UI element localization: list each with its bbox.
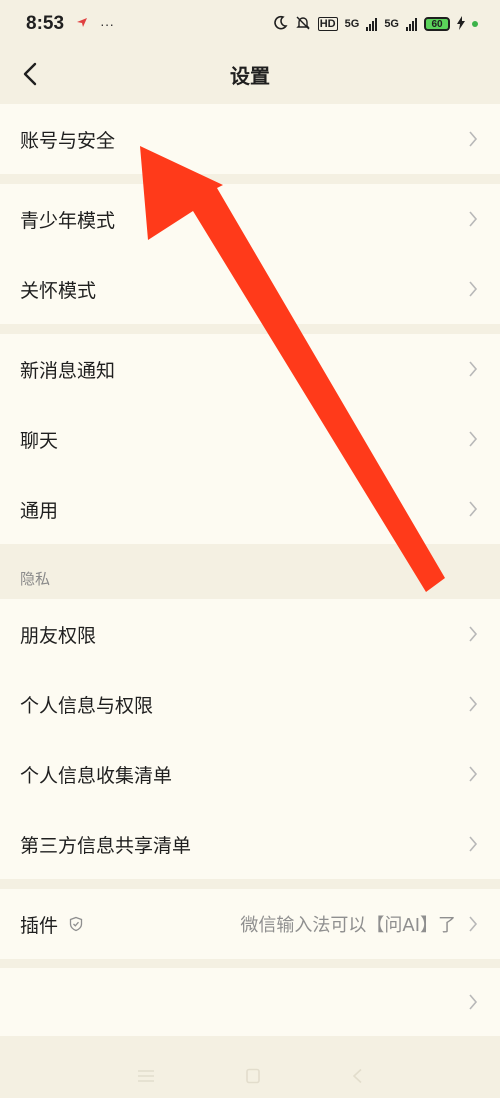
- chevron-right-icon: [469, 696, 478, 712]
- back-nav-icon[interactable]: [351, 1068, 363, 1084]
- status-time: 8:53: [26, 13, 65, 34]
- home-icon[interactable]: [245, 1068, 261, 1084]
- signal-icon: [366, 17, 378, 31]
- chevron-right-icon: [469, 131, 478, 147]
- battery-icon: 60: [424, 17, 450, 31]
- plugin-promo-text: 微信输入法可以【问AI】了: [240, 915, 456, 936]
- send-icon: [76, 15, 88, 33]
- settings-item-chat[interactable]: 聊天: [0, 404, 500, 474]
- more-notifications-icon: ···: [100, 16, 115, 32]
- mute-bell-icon: [295, 15, 311, 34]
- settings-group-account: 账号与安全: [0, 104, 500, 174]
- row-label: 通用: [20, 499, 59, 522]
- signal-icon-2: [406, 17, 417, 31]
- nav-bar: 设置: [0, 48, 500, 100]
- chevron-right-icon: [469, 281, 478, 297]
- system-nav-bar: [0, 1054, 500, 1098]
- chevron-right-icon: [469, 431, 478, 447]
- settings-item-personal-info-permissions[interactable]: 个人信息与权限: [0, 669, 500, 739]
- shield-icon: [69, 916, 83, 932]
- dot-icon: [472, 21, 478, 27]
- net-label-2: 5G: [384, 18, 399, 30]
- settings-item-plugins[interactable]: 插件 微信输入法可以【问AI】了: [0, 889, 500, 959]
- settings-item-info-collection-list[interactable]: 个人信息收集清单: [0, 739, 500, 809]
- settings-item-care-mode[interactable]: 关怀模式: [0, 254, 500, 324]
- settings-item-account-security[interactable]: 账号与安全: [0, 104, 500, 174]
- settings-item-notifications[interactable]: 新消息通知: [0, 334, 500, 404]
- settings-item-partial[interactable]: [0, 968, 500, 1036]
- chevron-right-icon: [469, 836, 478, 852]
- net-label-1: 5G: [344, 18, 360, 30]
- row-label: 账号与安全: [20, 129, 116, 152]
- settings-group-plugins: 插件 微信输入法可以【问AI】了: [0, 889, 500, 959]
- settings-group-general: 新消息通知 聊天 通用: [0, 334, 500, 544]
- menu-icon[interactable]: [137, 1069, 155, 1083]
- row-label: 朋友权限: [20, 624, 97, 647]
- settings-group-privacy: 朋友权限 个人信息与权限 个人信息收集清单 第三方信息共享清单: [0, 599, 500, 879]
- status-bar: 8:53 ··· HD 5G 5G 60: [0, 0, 500, 48]
- chevron-right-icon: [469, 501, 478, 517]
- hd-badge: HD: [317, 17, 338, 31]
- row-label: 新消息通知: [20, 359, 116, 382]
- chevron-right-icon: [469, 211, 478, 227]
- chevron-right-icon: [469, 361, 478, 377]
- row-label: 个人信息收集清单: [20, 764, 173, 787]
- charging-icon: [457, 15, 465, 33]
- settings-item-general[interactable]: 通用: [0, 474, 500, 544]
- chevron-right-icon: [469, 916, 478, 932]
- chevron-right-icon: [469, 994, 478, 1010]
- row-label: 关怀模式: [20, 279, 97, 302]
- settings-group-modes: 青少年模式 关怀模式: [0, 184, 500, 324]
- row-label: 青少年模式: [20, 209, 116, 232]
- settings-item-teen-mode[interactable]: 青少年模式: [0, 184, 500, 254]
- chevron-right-icon: [469, 766, 478, 782]
- row-label: 个人信息与权限: [20, 694, 154, 717]
- page-title: 设置: [230, 64, 270, 88]
- row-label: 聊天: [20, 429, 59, 452]
- settings-group-more: [0, 968, 500, 1036]
- settings-item-third-party-sharing-list[interactable]: 第三方信息共享清单: [0, 809, 500, 879]
- chevron-right-icon: [469, 626, 478, 642]
- row-label: 第三方信息共享清单: [20, 834, 192, 857]
- settings-item-friend-permissions[interactable]: 朋友权限: [0, 599, 500, 669]
- moon-icon: [272, 15, 288, 34]
- row-label: 插件: [20, 914, 59, 937]
- section-title-privacy: 隐私: [20, 570, 51, 588]
